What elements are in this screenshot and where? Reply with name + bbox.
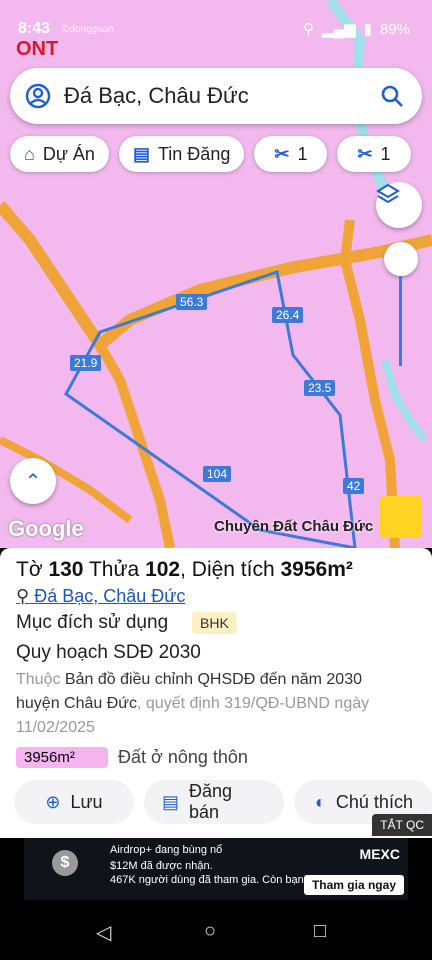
system-nav-bar: ◁ ○ □	[0, 900, 432, 960]
chevron-up-icon: ⌃	[24, 470, 42, 493]
google-logo: Google	[8, 516, 84, 541]
status-icons: ⚲ ▂▄▆ ▮ 89%	[303, 20, 410, 39]
ad-text: $12M đã được nhận.	[110, 860, 213, 872]
segment-label: 21.9	[70, 355, 102, 371]
ad-brand: MEXC	[359, 846, 400, 862]
scissors-icon: ✂	[357, 143, 373, 164]
close-ad-button[interactable]: TẮT QC	[372, 814, 432, 836]
ad-banner[interactable]: $ Airdrop+ đang bùng nổ $12M đã được nhậ…	[24, 838, 408, 900]
back-icon[interactable]: ◁	[96, 920, 111, 945]
battery-percent: 89%	[379, 20, 410, 38]
usage-label: Mục đích sử dụng	[16, 612, 169, 633]
layers-button[interactable]	[376, 182, 422, 228]
zone-label: ONT	[16, 38, 59, 60]
ad-text: Airdrop+ đang bùng nổ	[110, 844, 223, 856]
contrast-icon: ◐	[315, 791, 326, 812]
account-icon[interactable]	[24, 82, 52, 110]
status-bar: 8:43 ©donggson ONT ⚲ ▂▄▆ ▮ 89%	[0, 0, 432, 60]
usage-badge: BHK	[192, 612, 237, 634]
segment-label: 42	[343, 478, 365, 494]
chip-label: 1	[297, 143, 308, 164]
area-type: Đất ở nông thôn	[118, 746, 248, 767]
segment-label: 104	[203, 466, 232, 482]
coin-icon: $	[52, 850, 78, 876]
pin-icon: ⚲	[16, 586, 30, 606]
add-doc-icon: ⊕	[45, 791, 61, 812]
search-bar[interactable]: Đá Bạc, Châu Đức	[10, 68, 422, 124]
search-icon[interactable]	[380, 84, 404, 108]
newspaper-icon: ▤	[162, 791, 180, 812]
chip-label: Dự Án	[42, 143, 95, 164]
plan-title: Quy hoạch SDĐ 2030	[16, 642, 201, 663]
plan-description: Thuộc Bản đồ điều chỉnh QHSDĐ đến năm 20…	[16, 671, 370, 736]
brand-label: Chuyên Đất Châu Đức	[214, 518, 374, 535]
parcel-title: Tờ 130 Thửa 102, Diện tích 3956m²	[16, 558, 353, 581]
watermark: ©donggson	[62, 24, 114, 35]
ad-text: 467K người dùng đã tham gia. Còn bạn?	[110, 874, 310, 886]
area-legend: 3956m² Đất ở nông thôn	[16, 745, 248, 769]
chip-scissors-1[interactable]: ✂ 1	[254, 136, 328, 172]
chip-du-an[interactable]: ⌂ Dự Án	[10, 136, 109, 172]
collapse-up-button[interactable]: ⌃	[10, 458, 56, 504]
layers-icon	[376, 183, 400, 204]
zoom-slider-handle[interactable]	[384, 242, 418, 276]
house-icon: ⌂	[24, 143, 35, 164]
area-swatch: 3956m²	[16, 746, 108, 768]
chip-tin-dang[interactable]: ▤ Tin Đăng	[118, 136, 245, 172]
battery-icon: ▮	[363, 21, 372, 38]
parcel-info-sheet: Tờ 130 Thửa 102, Diện tích 3956m² ⚲ Đá B…	[0, 548, 432, 838]
parcel-location[interactable]: ⚲ Đá Bạc, Châu Đức	[16, 586, 185, 607]
chip-label: 1	[380, 143, 391, 164]
status-time: 8:43	[18, 20, 51, 37]
segment-label: 26.4	[272, 307, 304, 323]
chip-label: Tin Đăng	[157, 143, 231, 164]
home-icon[interactable]: ○	[204, 920, 216, 943]
save-button[interactable]: ⊕ Lưu	[14, 780, 134, 824]
ad-cta-button[interactable]: Tham gia ngay	[303, 875, 404, 895]
chip-scissors-2[interactable]: ✂ 1	[337, 136, 411, 172]
location-icon: ⚲	[303, 21, 314, 38]
listing-icon: ▤	[132, 143, 150, 164]
post-sale-button[interactable]: ▤ Đăng bán	[144, 780, 284, 824]
recents-icon[interactable]: □	[314, 920, 326, 943]
filter-chips: ⌂ Dự Án ▤ Tin Đăng ✂ 1 ✂ 1	[10, 136, 411, 172]
segment-label: 56.3	[176, 294, 208, 310]
action-buttons: ⊕ Lưu ▤ Đăng bán ◐ Chú thích	[14, 780, 432, 824]
segment-label: 23.5	[304, 380, 336, 396]
scissors-icon: ✂	[274, 143, 290, 164]
search-input[interactable]: Đá Bạc, Châu Đức	[52, 83, 380, 109]
avatar[interactable]	[380, 496, 422, 538]
zoom-slider-track[interactable]	[399, 276, 402, 366]
signal-icon: ▂▄▆	[322, 21, 356, 38]
